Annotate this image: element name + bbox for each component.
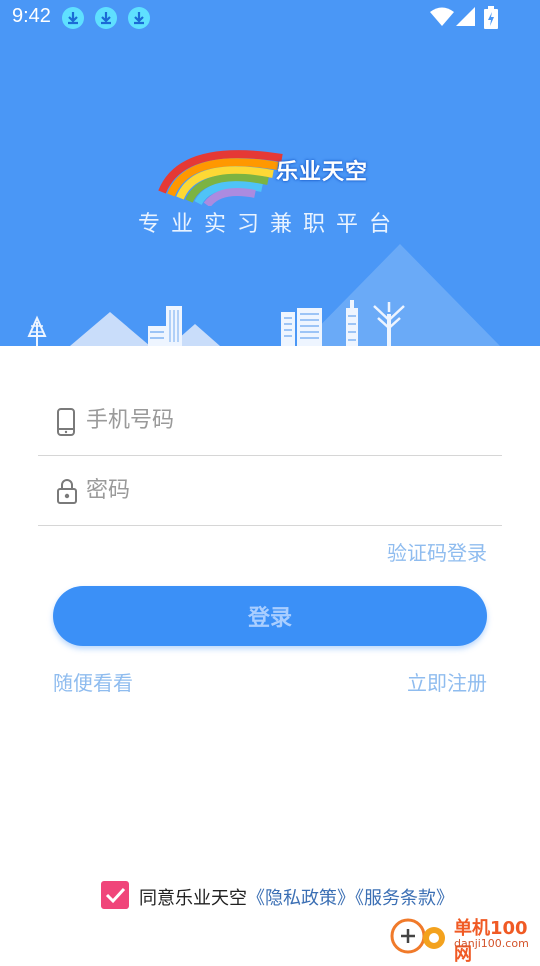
status-bar: 9:42 xyxy=(0,0,540,36)
agreement-prefix: 同意乐业天空 xyxy=(139,888,247,909)
password-input[interactable] xyxy=(84,469,488,511)
code-login-link[interactable]: 验证码登录 xyxy=(387,537,487,566)
signal-icon xyxy=(454,6,476,32)
register-link[interactable]: 立即注册 xyxy=(407,667,487,696)
login-button[interactable]: 登录 xyxy=(53,586,487,646)
phone-input[interactable] xyxy=(84,399,488,441)
battery-charging-icon xyxy=(484,6,498,34)
browse-link[interactable]: 随便看看 xyxy=(53,667,133,696)
slogan: 专业实习兼职平台 xyxy=(137,212,402,237)
watermark-domain: danji100.com xyxy=(454,937,529,950)
lock-icon xyxy=(56,477,78,509)
check-icon xyxy=(105,887,126,904)
agreement-checkbox[interactable] xyxy=(101,881,129,909)
watermark-logo-icon xyxy=(390,918,445,954)
wifi-icon xyxy=(429,6,455,32)
agreement-text: 同意乐业天空《隐私政策》《服务条款》 xyxy=(139,884,454,910)
download-icon xyxy=(95,7,117,29)
terms-link[interactable]: 《服务条款》 xyxy=(355,888,454,909)
rainbow-logo-icon xyxy=(158,150,283,206)
watermark: 单机100网 danji100.com xyxy=(388,912,538,965)
download-icon xyxy=(128,7,150,29)
brand-name: 乐业天空 xyxy=(276,160,369,185)
phone-icon xyxy=(56,407,76,441)
password-field xyxy=(38,455,502,526)
download-icon xyxy=(62,7,84,29)
phone-field xyxy=(38,385,502,456)
status-time: 9:42 xyxy=(12,5,51,27)
privacy-policy-link[interactable]: 《隐私政策》 xyxy=(247,888,355,909)
header-banner: 乐业天空 专业实习兼职平台 xyxy=(0,36,540,346)
